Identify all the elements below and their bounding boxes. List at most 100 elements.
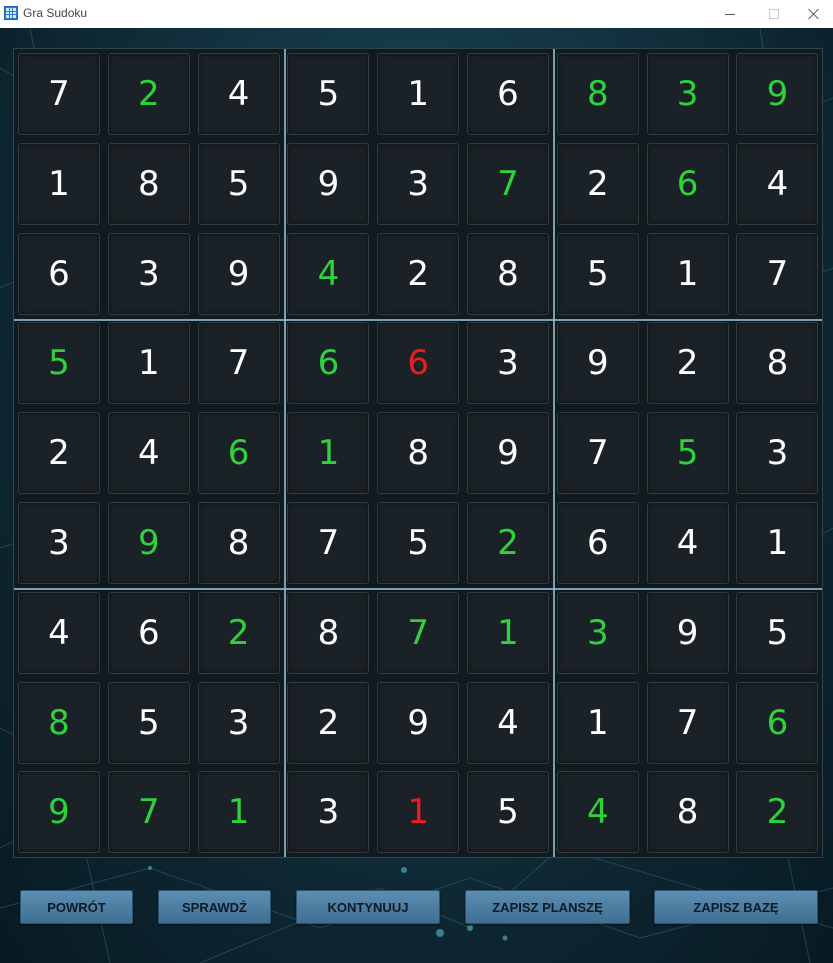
sudoku-cell-r1-c7[interactable]: 8: [556, 53, 639, 135]
sudoku-cell-r3-c9[interactable]: 7: [736, 232, 819, 315]
sudoku-cell-r8-c3[interactable]: 3: [197, 681, 280, 764]
sudoku-cell-r3-c8[interactable]: 1: [646, 232, 729, 315]
box-separator-vertical-2: [553, 49, 556, 857]
sudoku-cell-r7-c8[interactable]: 9: [646, 591, 729, 674]
sudoku-cell-r2-c4[interactable]: 9: [287, 142, 370, 225]
sudoku-cell-r9-c4[interactable]: 3: [287, 771, 370, 854]
sudoku-cell-r3-c7[interactable]: 5: [556, 232, 639, 315]
minimize-button[interactable]: [707, 0, 753, 28]
sudoku-cell-r5-c1[interactable]: 2: [18, 412, 100, 495]
sudoku-cell-r1-c3[interactable]: 4: [197, 53, 280, 135]
game-area: 7245168391859372646394285175176639282461…: [0, 28, 833, 963]
sudoku-cell-r6-c5[interactable]: 5: [377, 502, 460, 584]
sudoku-cell-r4-c8[interactable]: 2: [646, 322, 729, 405]
title-bar: Gra Sudoku: [0, 0, 833, 28]
sudoku-cell-r5-c5[interactable]: 8: [377, 412, 460, 495]
sudoku-cell-r1-c9[interactable]: 9: [736, 53, 819, 135]
sudoku-cell-r1-c5[interactable]: 1: [377, 53, 460, 135]
sudoku-cell-r4-c9[interactable]: 8: [736, 322, 819, 405]
sudoku-cell-r2-c6[interactable]: 7: [467, 142, 549, 225]
sudoku-cell-r9-c7[interactable]: 4: [556, 771, 639, 854]
sudoku-cell-r2-c9[interactable]: 4: [736, 142, 819, 225]
sudoku-cell-r6-c2[interactable]: 9: [107, 502, 190, 584]
sudoku-cell-r2-c5[interactable]: 3: [377, 142, 460, 225]
sudoku-cell-r2-c8[interactable]: 6: [646, 142, 729, 225]
close-button[interactable]: [795, 0, 833, 28]
sudoku-cell-r5-c7[interactable]: 7: [556, 412, 639, 495]
sudoku-cell-r8-c8[interactable]: 7: [646, 681, 729, 764]
continue-button[interactable]: KONTYNUUJ: [296, 890, 440, 924]
box-separator-vertical-1: [283, 49, 286, 857]
sudoku-cell-r6-c9[interactable]: 1: [736, 502, 819, 584]
save-board-button[interactable]: ZAPISZ PLANSZĘ: [465, 890, 630, 924]
sudoku-cell-r9-c8[interactable]: 8: [646, 771, 729, 854]
sudoku-cell-r5-c2[interactable]: 4: [107, 412, 190, 495]
sudoku-cell-r4-c3[interactable]: 7: [197, 322, 280, 405]
sudoku-cell-r8-c5[interactable]: 9: [377, 681, 460, 764]
sudoku-cell-r9-c2[interactable]: 7: [107, 771, 190, 854]
sudoku-cell-r2-c7[interactable]: 2: [556, 142, 639, 225]
sudoku-cell-r9-c9[interactable]: 2: [736, 771, 819, 854]
sudoku-cell-r9-c6[interactable]: 5: [467, 771, 549, 854]
sudoku-cell-r4-c6[interactable]: 3: [467, 322, 549, 405]
minimize-icon: [725, 13, 735, 15]
sudoku-cell-r5-c6[interactable]: 9: [467, 412, 549, 495]
sudoku-cell-r4-c5[interactable]: 6: [377, 322, 460, 405]
sudoku-cell-r4-c1[interactable]: 5: [18, 322, 100, 405]
sudoku-cell-r8-c1[interactable]: 8: [18, 681, 100, 764]
sudoku-cell-r1-c2[interactable]: 2: [107, 53, 190, 135]
sudoku-cell-r7-c7[interactable]: 3: [556, 591, 639, 674]
sudoku-cell-r2-c2[interactable]: 8: [107, 142, 190, 225]
sudoku-cell-r7-c2[interactable]: 6: [107, 591, 190, 674]
sudoku-cell-r1-c8[interactable]: 3: [646, 53, 729, 135]
sudoku-cell-r6-c4[interactable]: 7: [287, 502, 370, 584]
sudoku-cell-r1-c4[interactable]: 5: [287, 53, 370, 135]
sudoku-app-icon: [4, 6, 18, 20]
sudoku-cell-r5-c9[interactable]: 3: [736, 412, 819, 495]
sudoku-cell-r7-c4[interactable]: 8: [287, 591, 370, 674]
sudoku-cell-r7-c3[interactable]: 2: [197, 591, 280, 674]
close-icon: [808, 8, 820, 20]
sudoku-cell-r6-c1[interactable]: 3: [18, 502, 100, 584]
sudoku-cell-r4-c4[interactable]: 6: [287, 322, 370, 405]
sudoku-cell-r3-c4[interactable]: 4: [287, 232, 370, 315]
back-button[interactable]: POWRÓT: [20, 890, 133, 924]
sudoku-cell-r3-c5[interactable]: 2: [377, 232, 460, 315]
sudoku-cell-r9-c5[interactable]: 1: [377, 771, 460, 854]
box-separator-horizontal-1: [14, 318, 822, 321]
sudoku-board: 7245168391859372646394285175176639282461…: [13, 48, 823, 858]
window-title: Gra Sudoku: [23, 6, 88, 20]
sudoku-cell-r7-c1[interactable]: 4: [18, 591, 100, 674]
sudoku-cell-r1-c1[interactable]: 7: [18, 53, 100, 135]
sudoku-cell-r8-c6[interactable]: 4: [467, 681, 549, 764]
sudoku-cell-r9-c1[interactable]: 9: [18, 771, 100, 854]
sudoku-cell-r5-c3[interactable]: 6: [197, 412, 280, 495]
sudoku-cell-r7-c6[interactable]: 1: [467, 591, 549, 674]
sudoku-cell-r3-c6[interactable]: 8: [467, 232, 549, 315]
maximize-icon: [769, 9, 779, 19]
sudoku-cell-r7-c5[interactable]: 7: [377, 591, 460, 674]
sudoku-cell-r3-c2[interactable]: 3: [107, 232, 190, 315]
sudoku-cell-r4-c7[interactable]: 9: [556, 322, 639, 405]
sudoku-cell-r6-c8[interactable]: 4: [646, 502, 729, 584]
sudoku-cell-r8-c4[interactable]: 2: [287, 681, 370, 764]
sudoku-cell-r8-c9[interactable]: 6: [736, 681, 819, 764]
sudoku-cell-r9-c3[interactable]: 1: [197, 771, 280, 854]
sudoku-cell-r6-c6[interactable]: 2: [467, 502, 549, 584]
sudoku-cell-r5-c4[interactable]: 1: [287, 412, 370, 495]
box-separator-horizontal-2: [14, 588, 822, 591]
sudoku-cell-r3-c1[interactable]: 6: [18, 232, 100, 315]
sudoku-cell-r5-c8[interactable]: 5: [646, 412, 729, 495]
save-database-button[interactable]: ZAPISZ BAZĘ: [654, 890, 818, 924]
sudoku-cell-r6-c3[interactable]: 8: [197, 502, 280, 584]
sudoku-cell-r8-c2[interactable]: 5: [107, 681, 190, 764]
sudoku-cell-r7-c9[interactable]: 5: [736, 591, 819, 674]
sudoku-cell-r2-c1[interactable]: 1: [18, 142, 100, 225]
sudoku-cell-r6-c7[interactable]: 6: [556, 502, 639, 584]
sudoku-cell-r8-c7[interactable]: 1: [556, 681, 639, 764]
check-button[interactable]: SPRAWDŹ: [158, 890, 271, 924]
sudoku-cell-r3-c3[interactable]: 9: [197, 232, 280, 315]
sudoku-cell-r1-c6[interactable]: 6: [467, 53, 549, 135]
sudoku-cell-r4-c2[interactable]: 1: [107, 322, 190, 405]
sudoku-cell-r2-c3[interactable]: 5: [197, 142, 280, 225]
